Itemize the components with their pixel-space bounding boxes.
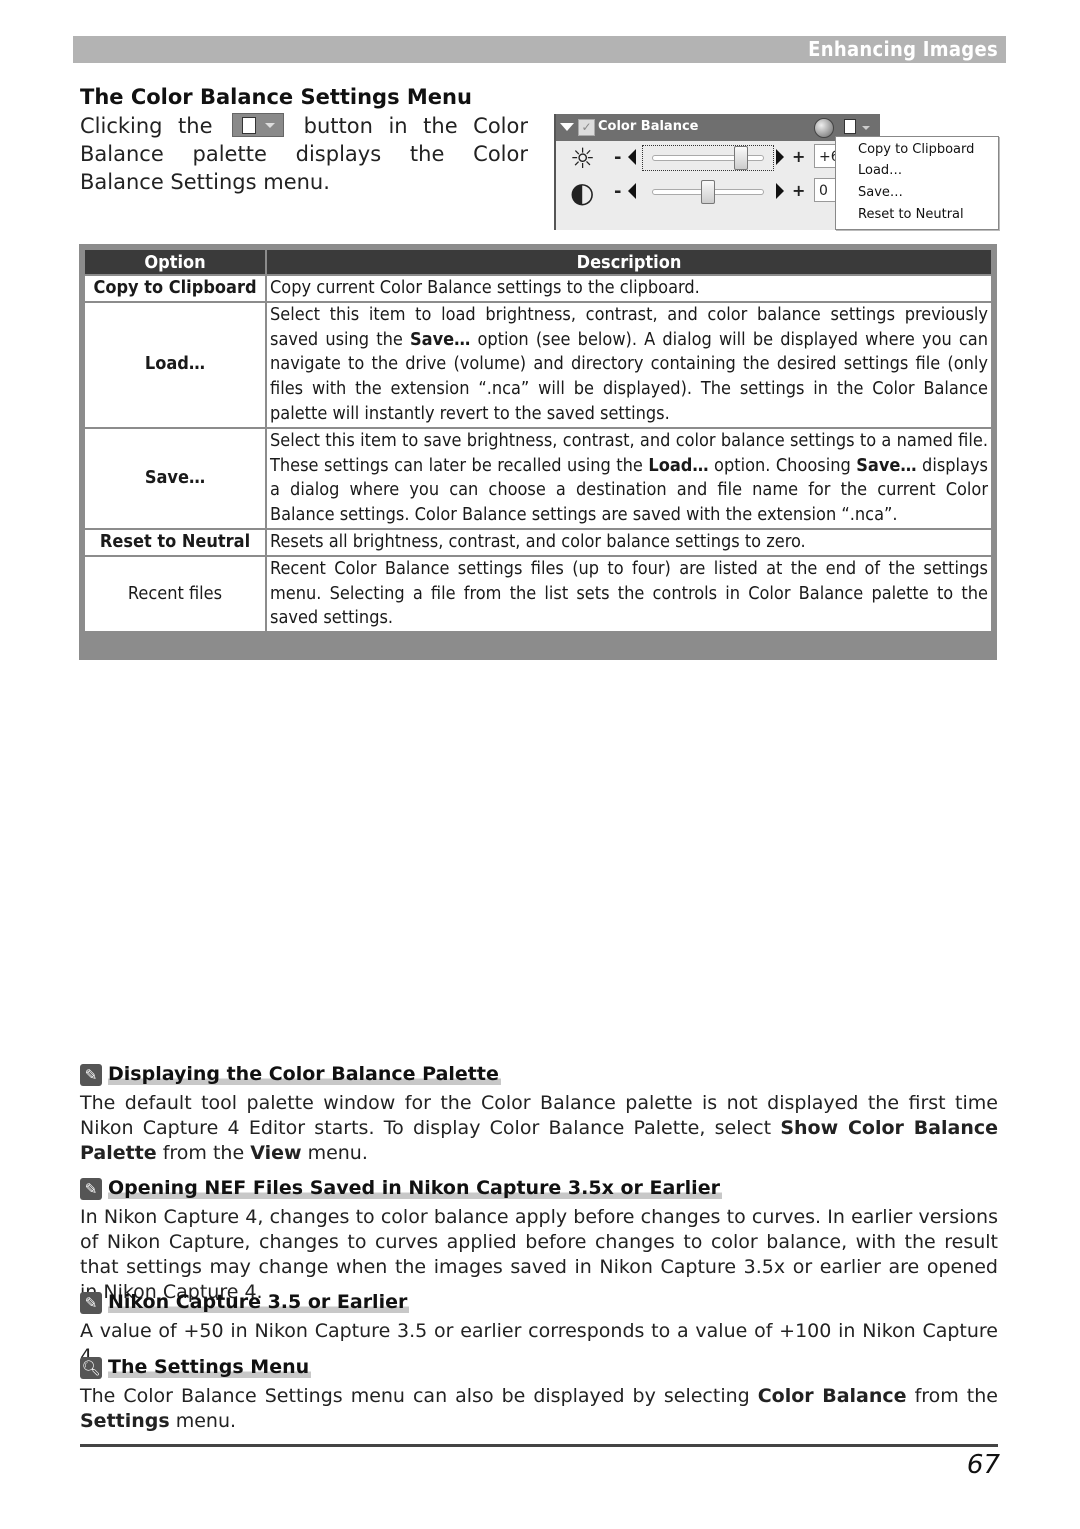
pencil-note-icon: ✎ bbox=[80, 1178, 102, 1200]
column-header-option: Option bbox=[83, 248, 267, 276]
brightness-sun-icon: ☼ bbox=[570, 142, 596, 175]
chapter-header-bar: Enhancing Images bbox=[73, 36, 1006, 63]
option-cell: Copy to Clipboard bbox=[83, 274, 267, 303]
brightness-decrease-arrow[interactable] bbox=[628, 149, 636, 165]
contrast-increase-arrow[interactable] bbox=[776, 183, 784, 199]
brightness-minus-label: - bbox=[614, 147, 622, 168]
table-row: Load… Select this item to load brightnes… bbox=[83, 300, 993, 429]
settings-document-icon[interactable] bbox=[844, 119, 856, 134]
description-cell: Copy current Color Balance settings to t… bbox=[265, 274, 993, 303]
note-title: Nikon Capture 3.5 or Earlier bbox=[108, 1291, 410, 1313]
contrast-slider-thumb[interactable] bbox=[701, 180, 715, 204]
contrast-minus-label: - bbox=[614, 181, 622, 202]
intro-paragraph: Clicking the button in the Color Balance… bbox=[80, 112, 528, 196]
description-cell: Select this item to load brightness, con… bbox=[265, 300, 993, 429]
option-cell: Recent files bbox=[83, 554, 267, 634]
brightness-plus-label: + bbox=[792, 147, 806, 166]
description-cell: Resets all brightness, contrast, and col… bbox=[265, 527, 993, 557]
description-cell: Select this item to save brightness, con… bbox=[265, 426, 993, 530]
menu-item-save[interactable]: Save… bbox=[858, 185, 903, 200]
brightness-increase-arrow[interactable] bbox=[776, 149, 784, 165]
page-number: 67 bbox=[966, 1450, 1000, 1480]
table-header-row: Option Description bbox=[83, 248, 993, 276]
note-body: The Color Balance Settings menu can also… bbox=[80, 1385, 998, 1432]
reset-sphere-icon[interactable] bbox=[814, 118, 834, 138]
note-title: Opening NEF Files Saved in Nikon Capture… bbox=[108, 1177, 722, 1199]
note-title: Displaying the Color Balance Palette bbox=[108, 1063, 501, 1085]
magnifier-note-icon: 🔍︎ bbox=[80, 1357, 102, 1379]
contrast-decrease-arrow[interactable] bbox=[628, 183, 636, 199]
pencil-note-icon: ✎ bbox=[80, 1292, 102, 1314]
settings-menu-button-icon bbox=[232, 113, 285, 137]
option-cell: Load… bbox=[83, 300, 267, 429]
note-title: The Settings Menu bbox=[108, 1356, 312, 1378]
table-row: Recent files Recent Color Balance settin… bbox=[83, 554, 993, 634]
note-settings-menu: 🔍︎ The Settings Menu The Color Balance Se… bbox=[80, 1356, 998, 1434]
color-balance-palette: ✓ Color Balance ☼ - + +6 ◐ - + 0 bbox=[554, 114, 880, 230]
note-body: The default tool palette window for the … bbox=[80, 1092, 999, 1164]
pencil-note-icon: ✎ bbox=[80, 1064, 102, 1086]
enable-checkbox[interactable]: ✓ bbox=[578, 119, 595, 136]
palette-titlebar: ✓ Color Balance bbox=[556, 114, 880, 141]
menu-item-reset-to-neutral[interactable]: Reset to Neutral bbox=[858, 207, 964, 222]
table-row: Copy to Clipboard Copy current Color Bal… bbox=[83, 274, 993, 303]
description-cell: Recent Color Balance settings files (up … bbox=[265, 554, 993, 634]
palette-title: Color Balance bbox=[598, 119, 699, 134]
options-table: Option Description Copy to Clipboard Cop… bbox=[83, 248, 993, 634]
table-row: Reset to Neutral Resets all brightness, … bbox=[83, 527, 993, 557]
note-opening-nef-files: ✎ Opening NEF Files Saved in Nikon Captur… bbox=[80, 1177, 998, 1305]
brightness-slider-thumb[interactable] bbox=[734, 146, 748, 170]
section-title: The Color Balance Settings Menu bbox=[80, 85, 472, 109]
contrast-plus-label: + bbox=[792, 181, 806, 200]
menu-item-load[interactable]: Load… bbox=[858, 163, 902, 178]
column-header-description: Description bbox=[265, 248, 993, 276]
table-row: Save… Select this item to save brightnes… bbox=[83, 426, 993, 530]
chapter-title: Enhancing Images bbox=[808, 37, 998, 61]
note-displaying-palette: ✎ Displaying the Color Balance Palette Th… bbox=[80, 1063, 998, 1166]
settings-dropdown-menu: Copy to Clipboard Load… Save… Reset to N… bbox=[835, 136, 999, 230]
palette-body: ☼ - + +6 ◐ - + 0 bbox=[556, 141, 880, 230]
document-icon bbox=[242, 117, 257, 134]
settings-dropdown-arrow-icon[interactable] bbox=[862, 126, 870, 130]
options-table-frame: Option Description Copy to Clipboard Cop… bbox=[79, 244, 997, 660]
contrast-half-circle-icon: ◐ bbox=[570, 176, 595, 209]
option-cell: Save… bbox=[83, 426, 267, 530]
footer-rule bbox=[80, 1444, 998, 1447]
option-cell: Reset to Neutral bbox=[83, 527, 267, 557]
menu-item-copy-to-clipboard[interactable]: Copy to Clipboard bbox=[858, 142, 974, 157]
note-body: In Nikon Capture 4, changes to color bal… bbox=[80, 1206, 998, 1303]
intro-text-before: Clicking the bbox=[80, 114, 213, 138]
collapse-triangle-icon[interactable] bbox=[560, 123, 574, 131]
dropdown-arrow-icon bbox=[265, 123, 276, 128]
